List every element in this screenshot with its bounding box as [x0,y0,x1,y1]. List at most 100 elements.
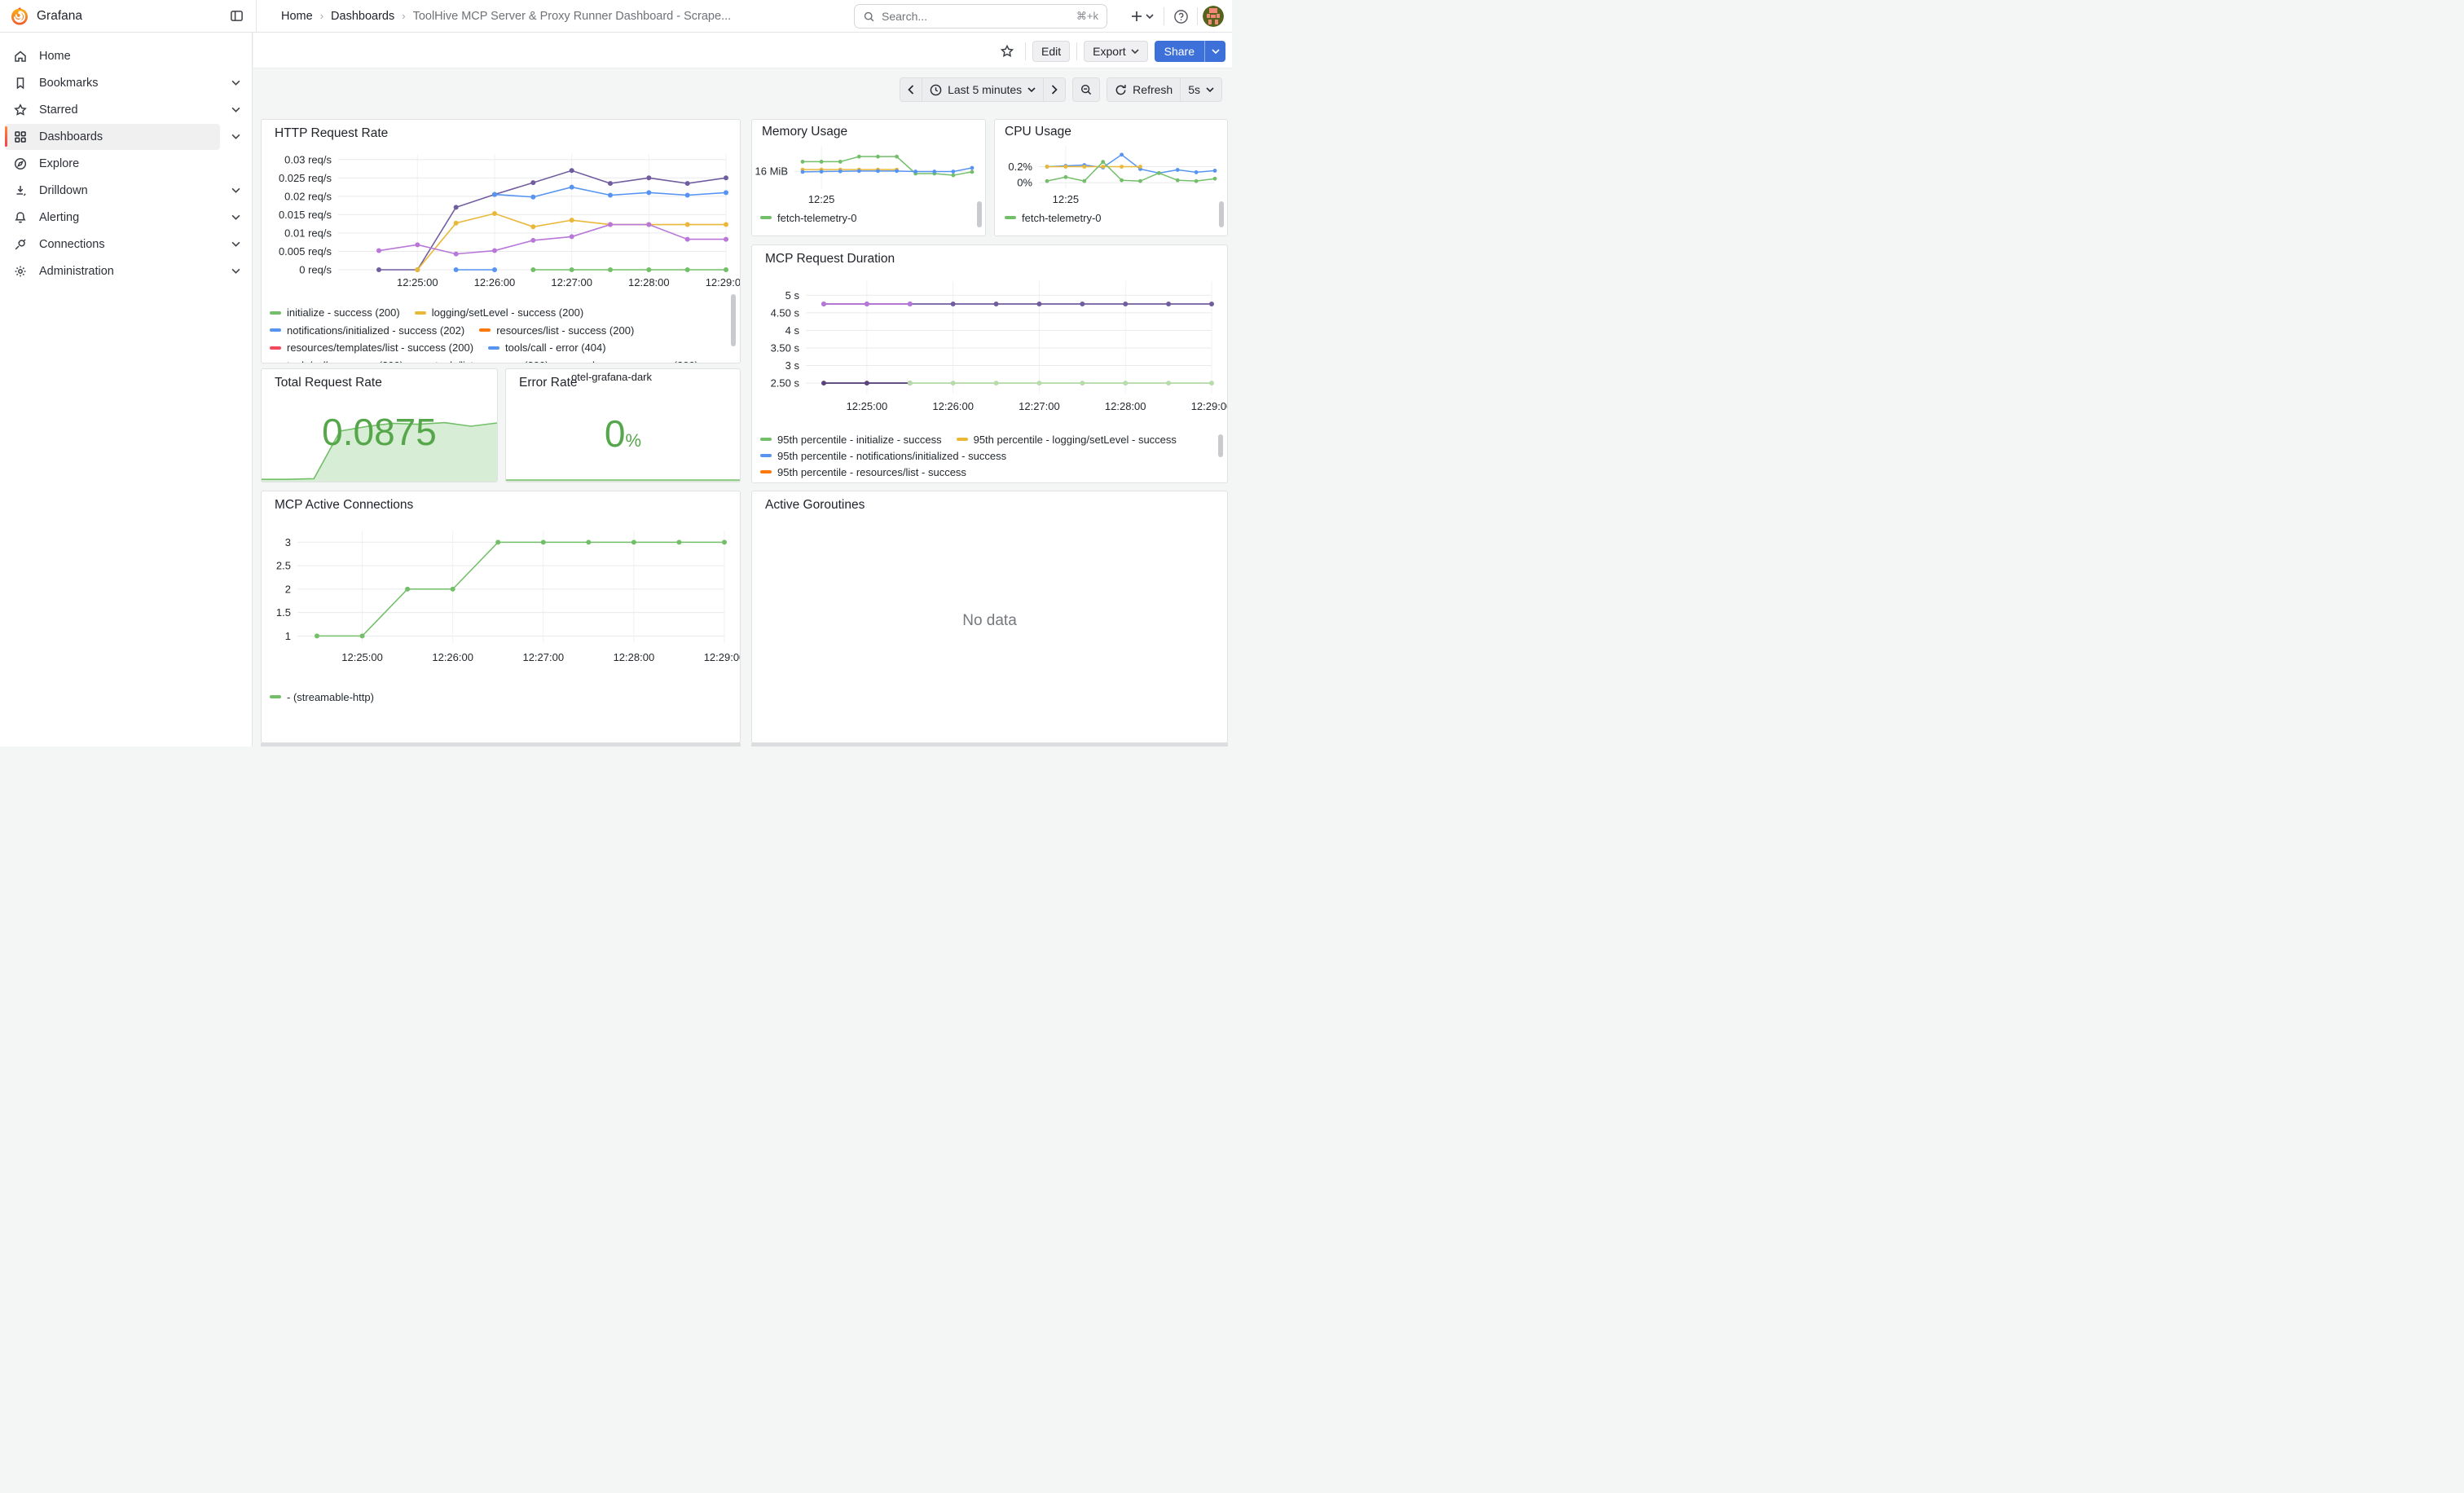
refresh-interval-button[interactable]: 5s [1180,78,1221,101]
legend-item[interactable]: 95th percentile - notifications/initiali… [760,450,1006,462]
legend-item[interactable]: notifications/initialized - success (202… [270,324,464,337]
share-button[interactable]: Share [1155,41,1204,62]
brand-name: Grafana [37,9,225,24]
sidebar-item-bookmarks[interactable]: Bookmarks [0,69,252,96]
chevron-down-icon[interactable] [231,214,240,220]
share-button-group: Share [1155,41,1225,62]
cpu-usage-chart: 0.2%0%12:25 [1000,141,1221,213]
time-range-picker-button[interactable]: Last 5 minutes [922,78,1043,101]
sidebar-item-administration[interactable]: Administration [0,258,252,284]
panel-title[interactable]: Total Request Rate [275,376,382,390]
legend-item[interactable]: resources/list - success (200) [479,324,634,337]
panel-mcp-request-duration: MCP Request Duration 5 s4.50 s4 s3.50 s3… [751,244,1228,483]
svg-text:0.005 req/s: 0.005 req/s [279,245,332,258]
zoom-out-icon [1080,83,1093,96]
legend-scrollbar[interactable] [977,201,982,227]
export-button[interactable]: Export [1084,41,1147,62]
chevron-left-icon [908,85,914,95]
chevron-down-icon[interactable] [231,80,240,86]
legend-scrollbar[interactable] [731,294,736,346]
legend-item[interactable]: logging/setLevel - success (200) [415,306,583,319]
plug-icon [13,237,28,252]
panel-title[interactable]: MCP Request Duration [765,252,895,266]
refresh-button[interactable]: Refresh [1107,78,1180,101]
legend-scrollbar[interactable] [1218,434,1223,457]
chevron-down-icon[interactable] [231,241,240,247]
legend-item[interactable]: tools/call - error (404) [488,341,606,354]
mcp-request-duration-chart: 5 s4.50 s4 s3.50 s3 s2.50 s12:25:0012:26… [759,270,1222,426]
legend-item[interactable]: 95th percentile - resources/list - succe… [760,466,966,478]
breadcrumb-dashboards[interactable]: Dashboards [331,10,394,23]
edit-button[interactable]: Edit [1032,41,1070,62]
legend-item[interactable]: resources/templates/list - success (200) [270,341,473,354]
grafana-dashboard-app: Grafana Home › Dashboards › ToolHive MCP… [0,0,1232,746]
http-request-rate-chart: 0 req/s0.005 req/s0.01 req/s0.015 req/s0… [268,144,735,301]
legend-label: tools/call - success (200) [287,359,403,363]
legend-item[interactable]: unknown - success (200) [564,359,699,363]
svg-text:12:29:00: 12:29:00 [704,651,741,663]
sidebar-item-connections[interactable]: Connections [0,231,252,258]
sidebar-item-dashboards[interactable]: Dashboards [0,123,252,150]
sidebar-toggle-button[interactable] [225,5,248,28]
sidebar-item-home[interactable]: Home [0,42,252,69]
help-button[interactable] [1169,5,1192,28]
svg-text:2.50 s: 2.50 s [771,377,800,390]
next-row-panel-edge [261,742,741,746]
toolbar-divider [1025,42,1026,60]
svg-text:0.025 req/s: 0.025 req/s [279,172,332,184]
legend-item[interactable]: initialize - success (200) [270,306,400,319]
share-menu-button[interactable] [1204,41,1225,62]
legend-item[interactable]: - (streamable-http) [270,691,374,703]
chevron-down-icon[interactable] [231,268,240,274]
legend-item[interactable]: fetch-telemetry-0 [1005,212,1102,224]
panel-http-request-rate: HTTP Request Rate 0 req/s0.005 req/s0.01… [261,119,741,363]
panel-title[interactable]: Memory Usage [762,125,847,139]
favorite-star-button[interactable] [996,40,1019,63]
error-rate-unit: % [626,430,642,451]
zoom-out-button[interactable] [1072,77,1100,102]
user-avatar[interactable] [1203,6,1224,27]
legend-item[interactable]: tools/call - success (200) [270,359,403,363]
sidebar-item-starred[interactable]: Starred [0,96,252,123]
chevron-down-icon [1146,14,1154,19]
legend-label: unknown - success (200) [581,359,699,363]
svg-text:12:27:00: 12:27:00 [1019,400,1060,412]
svg-text:1.5: 1.5 [276,606,291,619]
legend-color-chip [488,346,499,350]
panel-title[interactable]: CPU Usage [1005,125,1071,139]
legend-item[interactable]: fetch-telemetry-0 [760,212,857,224]
search-box[interactable]: ⌘+k [854,4,1107,29]
svg-text:12:28:00: 12:28:00 [628,276,670,288]
panel-title[interactable]: Active Goroutines [765,498,865,513]
legend-item[interactable]: 95th percentile - resources/templates/li… [760,482,1015,483]
sidebar-item-explore[interactable]: Explore [0,150,252,177]
legend-label: resources/list - success (200) [496,324,634,337]
chevron-down-icon[interactable] [231,187,240,193]
legend-color-chip [760,454,772,457]
time-shift-back-button[interactable] [900,78,922,101]
legend-color-chip [479,328,491,332]
breadcrumb-home[interactable]: Home [281,10,313,23]
svg-text:3.50 s: 3.50 s [771,341,800,354]
chevron-down-icon[interactable] [231,107,240,112]
legend-scrollbar[interactable] [1219,201,1224,227]
time-shift-forward-button[interactable] [1043,78,1065,101]
legend-label: resources/templates/list - success (200) [287,341,473,354]
panel-title[interactable]: Error Rate [519,376,578,390]
breadcrumb-separator-icon: › [320,10,323,22]
svg-text:2: 2 [285,583,291,595]
legend-item[interactable]: 95th percentile - initialize - success [760,434,942,446]
chevron-down-icon[interactable] [231,134,240,139]
panel-title[interactable]: MCP Active Connections [275,498,413,513]
sidebar-item-drilldown[interactable]: Drilldown [0,177,252,204]
panel-title[interactable]: HTTP Request Rate [275,126,388,141]
brand-zone: Grafana [0,0,257,32]
legend-item[interactable]: tools/list - success (200) [418,359,548,363]
active-indicator [5,126,7,147]
sidebar-item-alerting[interactable]: Alerting [0,204,252,231]
no-data-message: No data [752,612,1227,630]
legend-item[interactable]: 95th percentile - logging/setLevel - suc… [957,434,1177,446]
search-input[interactable] [882,10,1070,23]
star-icon [1000,44,1014,59]
new-menu-button[interactable] [1126,5,1159,28]
